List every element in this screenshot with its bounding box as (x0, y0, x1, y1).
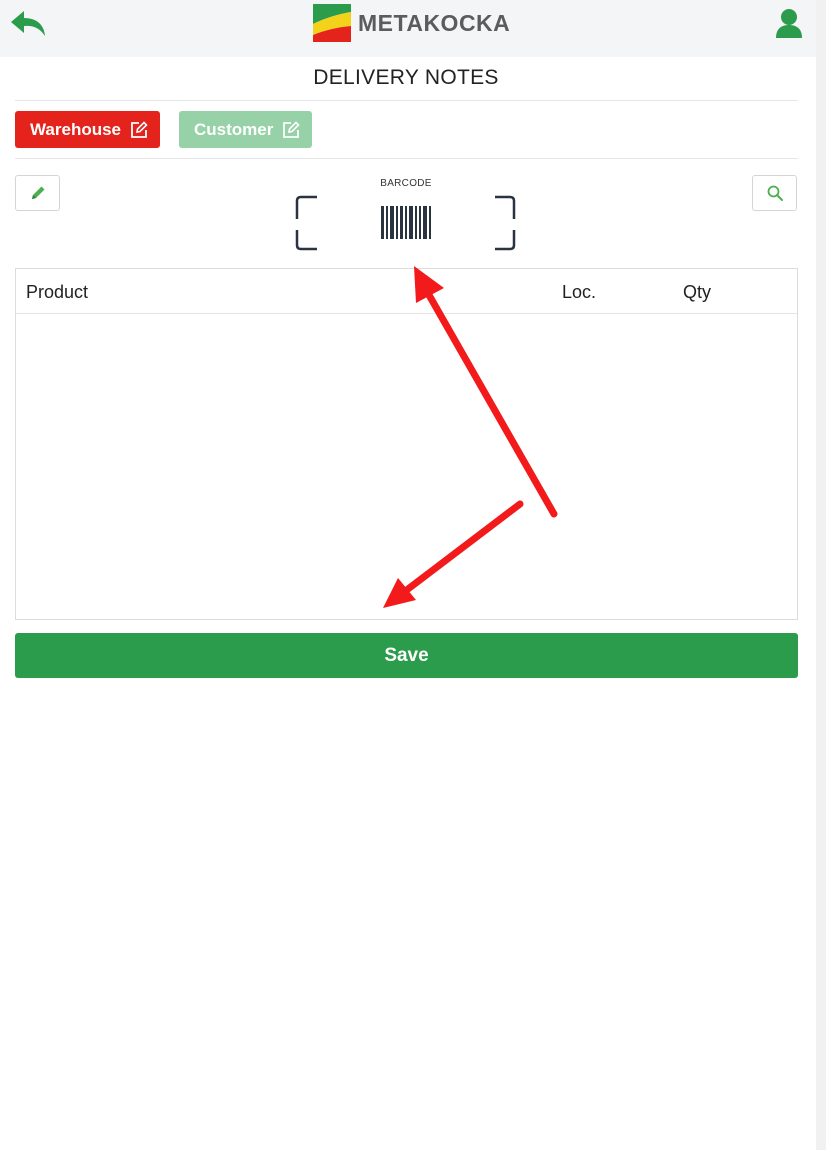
top-bar: METAKOCKA (0, 0, 816, 57)
edit-icon (283, 120, 300, 138)
pencil-icon (31, 186, 44, 199)
user-icon[interactable] (775, 8, 803, 38)
column-header-quantity: Qty (683, 282, 712, 302)
search-icon (767, 185, 783, 201)
warehouse-button[interactable]: Warehouse (15, 111, 160, 148)
divider (15, 100, 798, 101)
app-logo: METAKOCKA (313, 3, 510, 43)
column-header-product: Product (26, 282, 89, 302)
logo-text: METAKOCKA (358, 10, 511, 36)
search-button[interactable] (752, 175, 797, 211)
edit-icon (131, 120, 148, 138)
page-title: DELIVERY NOTES (313, 66, 499, 89)
save-button-label: Save (384, 644, 429, 666)
metakocka-logo-icon (313, 4, 351, 42)
items-table: Product Loc. Qty (15, 268, 798, 620)
scrollbar-track (816, 0, 826, 1150)
customer-button-label: Customer (194, 119, 274, 139)
table-header: Product Loc. Qty (16, 269, 797, 314)
manual-entry-button[interactable] (15, 175, 60, 211)
column-header-location: Loc. (562, 282, 597, 302)
barcode-label: BARCODE (380, 178, 432, 189)
warehouse-button-label: Warehouse (30, 119, 122, 139)
save-button[interactable]: Save (15, 633, 798, 678)
back-arrow-icon[interactable] (9, 9, 47, 37)
divider (15, 158, 798, 159)
customer-button[interactable]: Customer (179, 111, 312, 148)
barcode-scan-icon[interactable] (295, 194, 517, 252)
